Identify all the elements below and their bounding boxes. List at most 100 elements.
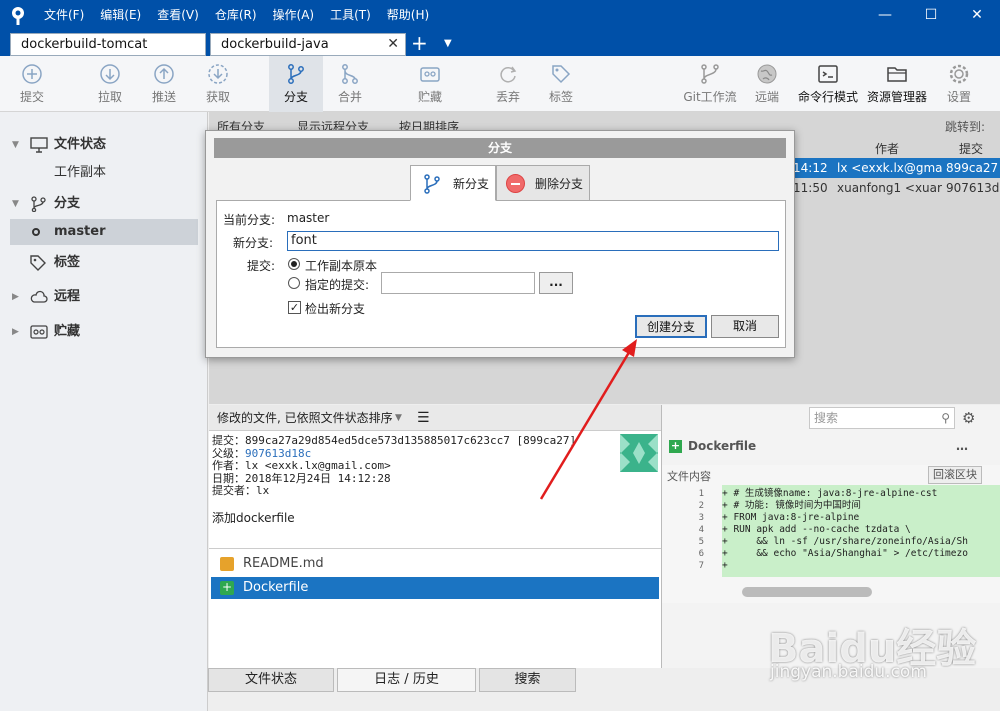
tab-log-history[interactable]: 日志 / 历史 <box>337 668 476 692</box>
push-label: 推送 <box>151 90 176 104</box>
tab-dockerbuild-java[interactable]: dockerbuild-java ✕ <box>210 33 406 56</box>
repo-tab-bar: dockerbuild-tomcat dockerbuild-java ✕ + ▼ <box>0 31 1000 56</box>
working-copy-radio[interactable] <box>288 258 300 270</box>
create-branch-button[interactable]: 创建分支 <box>635 315 707 338</box>
tab-file-status[interactable]: 文件状态 <box>208 668 334 692</box>
toolbar: 提交 拉取 推送 获取 分支 合并 贮藏 丢弃 标签 Git工作流 远端 命令行… <box>0 56 1000 112</box>
committer-value: lx <box>256 484 270 497</box>
push-button[interactable]: 推送 <box>140 56 188 112</box>
cloud-icon <box>30 290 48 303</box>
explorer-button[interactable]: 资源管理器 <box>864 56 930 112</box>
remote-button[interactable]: 远端 <box>743 56 791 112</box>
menu-tools[interactable]: 工具(T) <box>322 0 379 31</box>
git-flow-icon <box>701 64 719 84</box>
row-author: xuanfong1 <xuar <box>837 181 942 195</box>
merge-button[interactable]: 合并 <box>326 56 374 112</box>
maximize-button[interactable]: ☐ <box>908 0 954 31</box>
sidebar-item-label: 远程 <box>54 289 81 304</box>
terminal-button[interactable]: 命令行模式 <box>796 56 860 112</box>
merge-icon <box>342 64 358 84</box>
pull-button[interactable]: 拉取 <box>86 56 134 112</box>
commit-label: 提交 <box>19 90 44 104</box>
sidebar-item-label: 分支 <box>54 196 81 211</box>
menu-edit[interactable]: 编辑(E) <box>92 0 149 31</box>
new-branch-input[interactable]: font <box>287 231 779 251</box>
list-item[interactable]: + Dockerfile <box>211 577 659 599</box>
sidebar-item-tags[interactable]: 标签 <box>0 250 208 276</box>
tag-button[interactable]: 标签 <box>537 56 585 112</box>
tab-delete-branch[interactable]: 删除分支 <box>496 165 590 201</box>
horizontal-scrollbar[interactable] <box>742 587 872 597</box>
specified-commit-label: 指定的提交: <box>305 278 370 292</box>
specified-commit-input[interactable] <box>381 272 535 294</box>
close-window-button[interactable]: ✕ <box>954 0 1000 31</box>
menu-help[interactable]: 帮助(H) <box>379 0 437 31</box>
branch-icon <box>424 174 440 194</box>
sidebar-item-file-status[interactable]: ▼ 文件状态 <box>0 132 208 158</box>
menu-view[interactable]: 查看(V) <box>149 0 207 31</box>
menu-actions[interactable]: 操作(A) <box>265 0 323 31</box>
sidebar-item-working-copy[interactable]: 工作副本 <box>0 160 208 186</box>
branch-button[interactable]: 分支 <box>269 56 323 112</box>
gear-icon[interactable]: ⚙ <box>962 409 975 427</box>
tab-label: 日志 / 历史 <box>374 672 439 687</box>
commit-button[interactable]: 提交 <box>8 56 56 112</box>
tab-close-icon[interactable]: ✕ <box>387 34 399 55</box>
sidebar-item-branches[interactable]: ▼ 分支 <box>0 191 208 217</box>
settings-button[interactable]: 设置 <box>936 56 982 112</box>
add-tab-button[interactable]: + <box>411 31 428 55</box>
sidebar-item-label: 文件状态 <box>54 137 107 152</box>
tab-label: 文件状态 <box>244 672 297 687</box>
tab-dockerbuild-tomcat[interactable]: dockerbuild-tomcat <box>10 33 206 56</box>
modified-icon <box>220 557 234 571</box>
date-value: 2018年12月24日 14:12:28 <box>245 471 391 485</box>
more-options-icon[interactable]: … <box>956 433 968 459</box>
sidebar-item-stashes[interactable]: ▶ 贮藏 <box>0 319 208 345</box>
list-view-icon[interactable]: ☰ <box>417 405 430 431</box>
minimize-button[interactable]: — <box>862 0 908 31</box>
menu-file[interactable]: 文件(F) <box>36 0 92 31</box>
rollback-hunk-button[interactable]: 回滚区块 <box>928 466 982 484</box>
sidebar-item-remotes[interactable]: ▶ 远程 <box>0 284 208 310</box>
checkout-checkbox[interactable]: ✓ <box>288 301 301 314</box>
search-input[interactable]: 搜索 ⚲ <box>809 407 955 429</box>
arrow-up-circle-icon <box>154 64 174 84</box>
table-row[interactable]: 11:50 xuanfong1 <xuar 907613d <box>793 178 1000 198</box>
chevron-down-icon[interactable]: ▼ <box>12 191 19 217</box>
stash-button[interactable]: 贮藏 <box>406 56 454 112</box>
tab-search[interactable]: 搜索 <box>479 668 576 692</box>
chevron-down-icon[interactable]: ▼ <box>12 132 19 158</box>
file-sort-dropdown[interactable]: 修改的文件, 已依照文件状态排序 <box>217 405 393 431</box>
browse-commit-button[interactable]: ... <box>539 272 573 294</box>
git-flow-button[interactable]: Git工作流 <box>680 56 740 112</box>
specified-commit-radio[interactable] <box>288 277 300 289</box>
chevron-right-icon[interactable]: ▶ <box>12 284 19 310</box>
cancel-button[interactable]: 取消 <box>711 315 779 338</box>
chevron-right-icon[interactable]: ▶ <box>12 319 19 345</box>
diff-line: + && ln -sf /usr/share/zoneinfo/Asia/Sh <box>722 536 968 547</box>
column-author[interactable]: 作者 <box>875 140 899 157</box>
sidebar-item-label: master <box>54 224 106 239</box>
diff-content: 文件内容 回滚区块 1 2 3 4 5 6 7 + # 生成镜像name: ja… <box>662 465 1000 603</box>
line-number: 5 <box>698 537 704 547</box>
tab-dropdown-button[interactable]: ▼ <box>444 31 452 56</box>
fetch-button[interactable]: 获取 <box>194 56 242 112</box>
column-commit[interactable]: 提交 <box>959 140 983 157</box>
diff-line: + # 功能: 镜像时间为中国时间 <box>722 500 861 511</box>
dialog-title: 分支 <box>214 138 786 158</box>
tag-icon <box>552 65 571 84</box>
current-branch-value: master <box>287 211 330 225</box>
chevron-down-icon[interactable]: ▼ <box>395 405 402 431</box>
menu-repository[interactable]: 仓库(R) <box>207 0 265 31</box>
row-author: lx <exxk.lx@gma <box>837 161 943 175</box>
list-item[interactable]: README.md <box>211 553 659 575</box>
git-flow-label: Git工作流 <box>683 90 737 104</box>
table-row[interactable]: 14:12 lx <exxk.lx@gma 899ca27 <box>793 158 1000 178</box>
commit-source-label: 提交: <box>247 259 276 273</box>
discard-button[interactable]: 丢弃 <box>484 56 532 112</box>
tab-label: dockerbuild-tomcat <box>21 37 148 52</box>
tab-new-branch[interactable]: 新分支 <box>410 165 496 201</box>
sidebar-item-master[interactable]: master <box>10 219 198 245</box>
parent-link[interactable]: 907613d18c <box>245 447 311 460</box>
stash-label: 贮藏 <box>417 90 442 104</box>
